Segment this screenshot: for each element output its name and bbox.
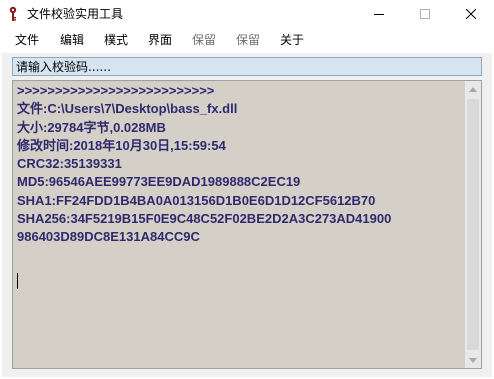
menu-interface[interactable]: 界面 <box>148 32 172 48</box>
minimize-icon <box>374 14 384 15</box>
result-crc32: CRC32:35139331 <box>17 156 122 172</box>
result-lines: >>>>>>>>>>>>>>>>>>>>>>>>>> 文件:C:\Users\7… <box>17 82 457 247</box>
text-caret <box>17 273 18 289</box>
result-sha1: SHA1:FF24FDD1B4BA0A013156D1B0E6D1D12CF56… <box>17 192 376 208</box>
scroll-up-button[interactable] <box>465 81 481 97</box>
key-icon <box>9 6 17 21</box>
result-md5: MD5:96546AEE99773EE9DAD1989888C2EC19 <box>17 174 301 190</box>
result-modified-time: 修改时间:2018年10月30日,15:59:54 <box>17 137 226 153</box>
scroll-thumb[interactable] <box>467 99 479 350</box>
result-sha256-continued: 986403D89DC8E131A84CC9C <box>17 229 200 245</box>
menu-file[interactable]: 文件 <box>15 32 39 48</box>
checksum-input[interactable]: 请输入校验码...... <box>12 57 482 76</box>
scroll-down-arrow-icon <box>469 357 477 363</box>
menu-reserved-1[interactable]: 保留 <box>192 32 216 48</box>
result-sha256: SHA256:34F5219B15F0E9C48C52F02BE2D2A3C27… <box>17 211 392 227</box>
maximize-icon <box>420 9 430 19</box>
close-button[interactable] <box>448 0 494 28</box>
minimize-button[interactable] <box>356 0 402 28</box>
scroll-up-arrow-icon <box>469 86 477 92</box>
close-icon <box>466 9 476 19</box>
title-bar[interactable]: 文件校验实用工具 <box>0 0 494 28</box>
vertical-scrollbar[interactable] <box>465 81 481 368</box>
result-file-path: 文件:C:\Users\7\Desktop\bass_fx.dll <box>17 101 238 117</box>
client-area: 请输入校验码...... >>>>>>>>>>>>>>>>>>>>>>>>>> … <box>2 53 492 377</box>
menu-style[interactable]: 樸式 <box>104 32 128 48</box>
window-title: 文件校验实用工具 <box>27 7 124 21</box>
menu-reserved-2[interactable]: 保留 <box>236 32 260 48</box>
app-window: 文件校验实用工具 文件 编辑 樸式 界面 保留 保留 关于 请输入校验码....… <box>0 0 494 379</box>
scroll-down-button[interactable] <box>465 352 481 368</box>
menu-bar: 文件 编辑 樸式 界面 保留 保留 关于 <box>0 29 494 51</box>
menu-edit[interactable]: 编辑 <box>60 32 84 48</box>
result-textarea[interactable]: >>>>>>>>>>>>>>>>>>>>>>>>>> 文件:C:\Users\7… <box>12 80 482 369</box>
result-file-size: 大小:29784字节,0.028MB <box>17 119 166 135</box>
maximize-button[interactable] <box>402 0 448 28</box>
checksum-input-placeholder: 请输入校验码...... <box>16 60 111 74</box>
menu-about[interactable]: 关于 <box>280 32 304 48</box>
result-separator: >>>>>>>>>>>>>>>>>>>>>>>>>> <box>17 83 215 98</box>
